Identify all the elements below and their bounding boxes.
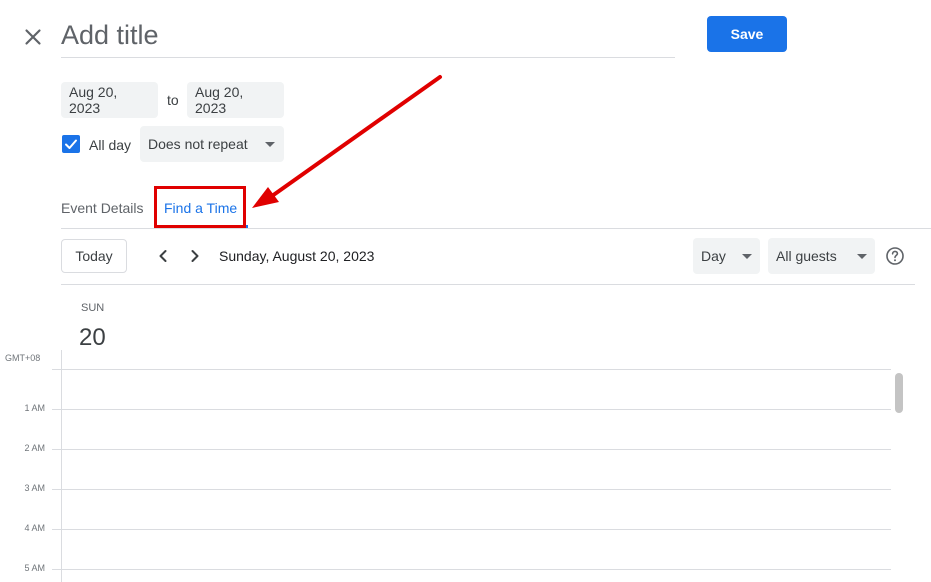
view-select-value: Day: [701, 248, 726, 264]
end-date-field[interactable]: Aug 20, 2023: [187, 82, 284, 118]
tab-event-details[interactable]: Event Details: [61, 200, 143, 216]
repeat-select[interactable]: Does not repeat: [140, 126, 284, 162]
timezone-label: GMT+08: [5, 353, 41, 363]
end-date-text: Aug 20, 2023: [195, 84, 244, 116]
chevron-right-icon[interactable]: [185, 246, 205, 266]
day-number[interactable]: 20: [79, 324, 106, 352]
arrow-drop-down-icon: [265, 142, 275, 147]
guests-select-value: All guests: [776, 248, 837, 264]
current-date-heading: Sunday, August 20, 2023: [219, 248, 375, 264]
hour-label: 1 AM: [24, 403, 45, 413]
day-abbreviation: SUN: [81, 302, 105, 314]
view-select[interactable]: Day: [693, 238, 760, 274]
repeat-select-value: Does not repeat: [148, 136, 248, 152]
scrollbar-thumb[interactable]: [895, 373, 903, 413]
check-icon: [65, 139, 77, 149]
start-date-text: Aug 20, 2023: [69, 84, 118, 116]
close-icon[interactable]: [20, 24, 46, 50]
title-input[interactable]: [61, 14, 675, 58]
all-day-checkbox[interactable]: [62, 135, 80, 153]
hour-gridline: [52, 449, 891, 450]
hour-gridline: [52, 489, 891, 490]
hour-label: 2 AM: [24, 443, 45, 453]
today-button[interactable]: Today: [61, 239, 127, 273]
hour-gridline: [52, 369, 891, 370]
hour-label: 3 AM: [24, 483, 45, 493]
annotation-highlight-box: [154, 186, 246, 228]
save-button[interactable]: Save: [707, 16, 787, 52]
chevron-left-icon[interactable]: [153, 246, 173, 266]
arrow-drop-down-icon: [857, 254, 867, 259]
hour-gridline: [52, 569, 891, 570]
hour-gridline: [52, 409, 891, 410]
toolbar-divider: [61, 284, 915, 285]
date-separator: to: [167, 92, 179, 108]
help-icon[interactable]: [885, 246, 905, 266]
hour-label: 5 AM: [24, 563, 45, 573]
tabs-divider: [61, 228, 931, 229]
grid-vertical-line: [61, 350, 62, 582]
start-date-field[interactable]: Aug 20, 2023: [61, 82, 158, 118]
guests-select[interactable]: All guests: [768, 238, 875, 274]
arrow-drop-down-icon: [742, 254, 752, 259]
hour-gridline: [52, 529, 891, 530]
hour-label: 4 AM: [24, 523, 45, 533]
all-day-label: All day: [89, 137, 132, 153]
